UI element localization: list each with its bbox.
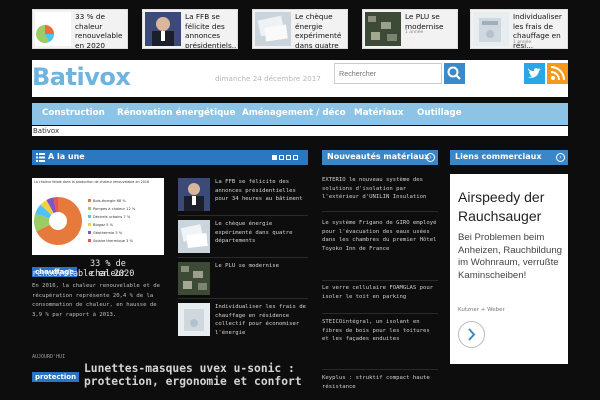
nav-item-outillage[interactable]: Outillage [417,108,462,118]
legend-label: Bois-énergie 68 % [93,199,126,203]
person-photo [184,183,204,211]
document-photo [178,220,210,253]
divider [322,313,438,314]
twitter-icon [528,68,541,78]
slider-dot[interactable] [293,155,298,160]
divider [322,280,438,281]
legend-label: Pompes à chaleur 12 % [93,207,136,211]
twitter-button[interactable] [524,63,545,84]
side-item-thumb[interactable] [178,303,210,336]
search-input[interactable] [334,63,442,84]
section-title: A la une [48,152,85,161]
legend-swatch [88,239,91,242]
slider-dot[interactable] [279,155,284,160]
top-article-card[interactable]: 33 % de chaleur renouvelable en 2020 [32,9,128,49]
side-item-title[interactable]: Individualiser les frais de chauffage en… [215,303,308,337]
pie-hole [49,212,67,230]
top-article-card[interactable]: La FFB se félicite des annonces présiden… [142,9,238,49]
divider [322,369,438,370]
radiator-photo [178,303,210,336]
chart-title: La chaleur fatale dans la production de … [34,180,150,184]
legend-swatch [88,223,91,226]
top-article-thumb [473,12,509,46]
side-item-thumb[interactable] [178,220,210,253]
chevron-right-icon[interactable]: › [426,153,435,162]
top-article-card[interactable]: Le chèque énergie expérimenté dans quatr… [252,9,348,49]
chevron-right-icon [468,328,476,341]
top-article-age: 1 année [513,40,532,45]
materiaux-item[interactable]: Le système Frigano de GIRO employé pour … [322,219,438,253]
legend-swatch [88,215,91,218]
section-title: Liens commerciaux [455,152,542,161]
slider-dot[interactable] [272,155,277,160]
ad-arrow-button[interactable] [458,321,485,348]
top-article-thumb [365,12,401,46]
materiaux-header: Nouveautés matériaux › [322,150,438,165]
legend-label: Solaire thermique 3 % [93,239,134,243]
a-la-une-header: A la une [32,150,308,165]
list-icon [36,153,45,162]
article-tag[interactable]: protection [32,364,80,383]
side-item-title[interactable]: La FFB se félicite des annonces présiden… [215,178,308,204]
top-article-thumb [145,12,181,46]
legend-label: Biogaz 5 % [93,223,114,227]
search-button[interactable] [444,63,465,84]
feature-excerpt: En 2016, la chaleur renouvelable et de r… [32,283,160,318]
feature-image[interactable]: La chaleur fatale dans la production de … [32,178,164,255]
feature-title-line2[interactable]: renouvelable en 2020 [32,269,166,279]
chevron-right-icon[interactable]: › [556,153,565,162]
top-article-age: 1 année [405,30,424,35]
top-article-thumb [255,12,291,46]
side-item-thumb[interactable] [178,262,210,295]
nav-item-renovation[interactable]: Rénovation énergétique [117,108,235,118]
materiaux-item[interactable]: EXTERIO le nouveau système des solutions… [322,176,438,202]
site-logo[interactable]: Bativox [32,63,131,91]
divider [178,215,308,216]
materiaux-item[interactable]: Keyplus : struktif compact haute résista… [322,374,438,391]
breadcrumb[interactable]: Bativox [32,126,568,136]
side-item-title[interactable]: Le chèque énergie expérimenté dans quatr… [215,220,308,246]
nav-item-amenagement[interactable]: Aménagement / déco [242,108,346,118]
article-date: AUJOURD'HUI [32,354,66,360]
materiaux-item[interactable]: Le verre cellulaire FOAMGLAS pour isoler… [322,284,438,301]
nav-item-materiaux[interactable]: Matériaux [354,108,403,118]
top-article-thumb [35,12,71,46]
materiaux-item[interactable]: STEICOintégral, un isolant en fibres de … [322,318,438,344]
current-date: dimanche 24 décembre 2017 [215,74,321,83]
ad-brand: Kutzner + Weber [458,307,505,313]
side-item-title[interactable]: Le PLU se modernise [215,262,308,271]
top-article-title[interactable]: Le PLU se modernise [405,12,455,31]
chart-svg: Bois-énergie 68 % Pompes à chaleur 12 % Dé… [34,197,136,245]
slider-dot[interactable] [286,155,291,160]
site-header: Bativox dimanche 24 décembre 2017 [32,60,568,97]
divider [322,211,438,212]
top-article-title[interactable]: 33 % de chaleur renouvelable en 2020 [75,12,125,48]
article-title[interactable]: Lunettes-masques uvex u-sonic : protecti… [84,362,310,388]
rss-button[interactable] [547,63,568,84]
advertisement[interactable]: Airspeedy der Rauchsauger Bei Problemen … [450,174,568,364]
ad-text: Bei Problemen beim Anheizen, Rauchbildun… [458,232,563,281]
rss-icon [550,66,565,81]
nav-item-construction[interactable]: Construction [42,108,105,118]
main-nav: Construction Rénovation énergétique Amén… [32,103,568,125]
divider [178,298,308,299]
top-article-card[interactable]: Individualiser les frais de chauffage en… [470,9,568,49]
top-article-title[interactable]: La FFB se félicite des annonces présiden… [185,12,237,48]
legend-swatch [88,231,91,234]
section-title: Nouveautés matériaux [327,152,430,161]
liens-commerciaux-header: Liens commerciaux › [450,150,568,165]
ad-title[interactable]: Airspeedy der Rauchsauger [458,188,568,226]
legend-swatch [88,199,91,202]
top-article-title[interactable]: Le chèque énergie expérimenté dans quatr… [295,12,345,48]
search-icon [447,66,461,80]
top-article-card[interactable]: Le PLU se modernise 1 année [362,9,458,49]
legend-label: Géothermie 5 % [93,231,123,235]
side-item-thumb[interactable] [178,178,210,211]
legend-swatch [88,207,91,210]
legend-label: Déchets urbains 7 % [93,215,131,219]
aerial-photo [181,266,207,290]
divider [178,257,308,258]
tag-label[interactable]: protection [32,372,80,382]
